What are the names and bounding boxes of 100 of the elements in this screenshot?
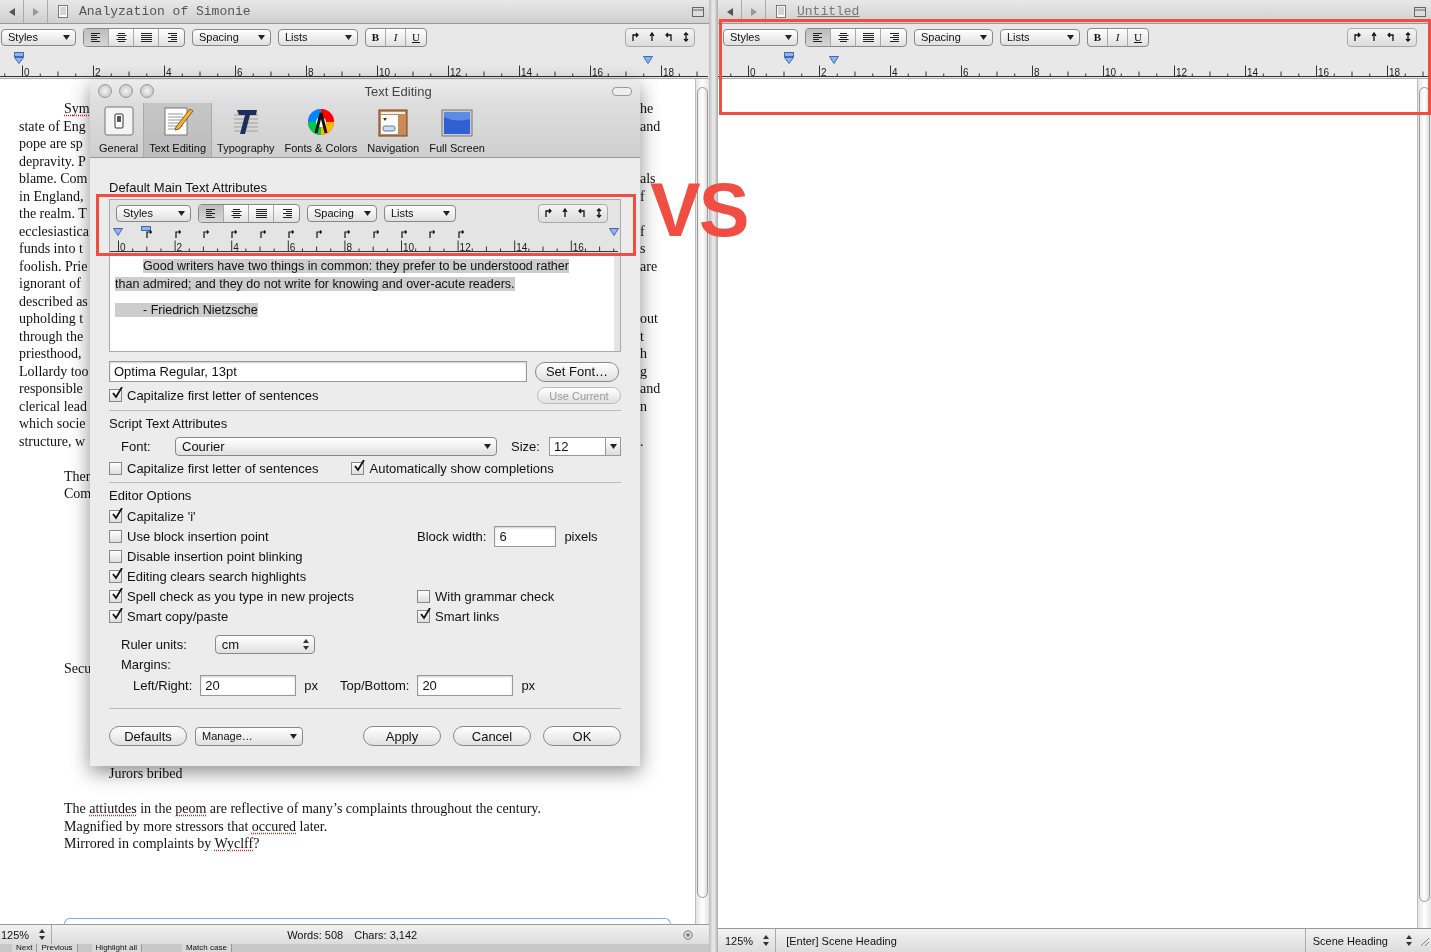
- align-left-button[interactable]: [806, 28, 831, 46]
- preferences-tab[interactable]: General: [94, 103, 144, 157]
- spacing-popup[interactable]: Spacing: [192, 28, 271, 46]
- up-arrow-icon: [647, 32, 656, 42]
- text-line: state of Eng: [19, 118, 86, 134]
- manage-popup[interactable]: Manage…: [195, 726, 303, 746]
- caret-icon: [443, 210, 450, 216]
- spacing-popup[interactable]: Spacing: [914, 28, 993, 46]
- format-button[interactable]: B: [1088, 28, 1108, 46]
- text-fragment: and: [640, 380, 661, 398]
- text-fragment: are: [640, 257, 658, 275]
- ok-button[interactable]: OK: [543, 726, 621, 746]
- lists-popup[interactable]: Lists: [1000, 28, 1080, 46]
- checkbox[interactable]: Editing clears search highlights: [109, 568, 307, 584]
- dialog-button[interactable]: Cancel: [453, 726, 531, 746]
- checkbox[interactable]: Disable insertion point blinking: [109, 548, 303, 564]
- text-line: through the: [19, 328, 84, 344]
- spacing-popup[interactable]: Spacing: [307, 204, 377, 222]
- up-down-arrow-icon: [681, 32, 690, 42]
- find-bar-button[interactable]: Highlight all: [91, 944, 142, 952]
- window-toggle-icon[interactable]: [692, 6, 704, 17]
- set-font-button[interactable]: Set Font…: [535, 361, 619, 382]
- lists-popup[interactable]: Lists: [278, 28, 358, 46]
- checkbox[interactable]: With grammar check: [417, 588, 555, 604]
- switch-icon: [102, 105, 135, 137]
- checkbox[interactable]: Smart copy/paste: [109, 608, 229, 624]
- checkbox[interactable]: Capitalize 'i': [109, 508, 196, 524]
- number-field[interactable]: 6: [494, 525, 557, 547]
- align-center-icon: [837, 32, 849, 42]
- checkbox[interactable]: Smart links: [417, 608, 500, 624]
- find-bar-button[interactable]: Match case: [181, 944, 232, 952]
- section-heading: Script Text Attributes: [109, 416, 229, 431]
- checkbox[interactable]: Capitalize first letter of sentences: [109, 388, 319, 403]
- find-bar-button[interactable]: Previous: [37, 944, 78, 952]
- tab-stop-icon: [429, 230, 436, 238]
- text-line: foolish. Prie: [19, 258, 88, 274]
- text-line: ecclesiastica: [19, 223, 89, 239]
- field-label: Block width:: [417, 528, 487, 544]
- resize-grip-icon[interactable]: [1419, 935, 1429, 946]
- tab-stop-icon: [202, 230, 209, 238]
- preferences-tab[interactable]: Text Editing: [143, 103, 212, 157]
- dialog-button[interactable]: Apply: [363, 726, 441, 746]
- window-title: Untitled: [797, 4, 860, 19]
- text-line: upholding t: [19, 311, 84, 326]
- text-line: described as: [19, 293, 88, 309]
- tab-stop-icon: [259, 230, 266, 238]
- window-toggle-icon[interactable]: [1414, 6, 1426, 17]
- caret-icon: [980, 34, 987, 40]
- checkbox[interactable]: Automatically show completions: [351, 461, 554, 476]
- preferences-tab[interactable]: Full Screen: [424, 103, 490, 157]
- font-popup[interactable]: Courier: [175, 437, 497, 456]
- target-icon[interactable]: [683, 929, 693, 940]
- element-popup[interactable]: Scene Heading: [1304, 929, 1416, 952]
- checkmark-icon: [111, 387, 123, 399]
- stepper-icon[interactable]: [763, 935, 770, 946]
- dialog-button[interactable]: Defaults: [109, 726, 187, 746]
- preferences-tab[interactable]: Navigation: [362, 103, 425, 157]
- ruler-units-popup[interactable]: cm: [214, 635, 315, 654]
- stepper-icon[interactable]: [1406, 935, 1412, 946]
- indent-marker-icon: [784, 52, 794, 64]
- number-field[interactable]: 20: [200, 675, 297, 696]
- align-right-icon: [166, 32, 177, 42]
- ruler-number: 2: [95, 67, 101, 78]
- left-turn-arrow-icon: [664, 32, 673, 42]
- caret-icon: [258, 34, 265, 40]
- format-button[interactable]: I: [386, 28, 406, 46]
- caret-icon: [178, 210, 185, 216]
- text-line: Sym: [64, 101, 90, 116]
- align-left-button[interactable]: [84, 28, 109, 46]
- checkbox[interactable]: Spell check as you type in new projects: [109, 588, 354, 604]
- styles-popup[interactable]: Styles: [116, 204, 191, 222]
- indent-marker-icon: [113, 228, 123, 236]
- first-line-marker-icon: [141, 226, 151, 231]
- preferences-tab[interactable]: Typography: [212, 103, 280, 157]
- format-button[interactable]: I: [1108, 28, 1128, 46]
- size-combo-box[interactable]: 12: [549, 437, 621, 456]
- checkmark-icon: [111, 607, 123, 620]
- ruler-number: 16: [592, 67, 604, 78]
- checkbox[interactable]: Use block insertion point: [109, 528, 269, 544]
- stepper-icon[interactable]: [39, 929, 46, 940]
- number-field[interactable]: 20: [417, 675, 514, 696]
- stepper-icon[interactable]: [302, 639, 309, 650]
- font-field[interactable]: Optima Regular, 13pt: [109, 361, 527, 382]
- section-heading: Editor Options: [109, 488, 193, 503]
- preferences-tab[interactable]: Fonts & Colors: [279, 103, 363, 157]
- left-turn-arrow-icon: [1386, 32, 1395, 42]
- checkbox[interactable]: Capitalize first letter of sentences: [109, 461, 319, 476]
- styles-popup[interactable]: Styles: [1, 28, 76, 46]
- align-left-button[interactable]: [199, 204, 224, 222]
- zoom-control[interactable]: 125%: [718, 929, 777, 952]
- align-left-icon: [205, 208, 217, 218]
- sample-text-area[interactable]: Good writers have two things in common: they prefer to be understood rather than admired; and they do not write for knowing and over-acute readers. - Friedrich Nietzsche: [110, 254, 614, 351]
- lists-popup[interactable]: Lists: [384, 204, 456, 222]
- scrollbar[interactable]: [1417, 79, 1431, 928]
- find-bar-button[interactable]: Next: [12, 944, 38, 952]
- indent-marker-icon: [14, 52, 24, 64]
- format-button[interactable]: U: [1128, 28, 1148, 46]
- format-button[interactable]: B: [366, 28, 386, 46]
- styles-popup[interactable]: Styles: [723, 28, 798, 46]
- format-button[interactable]: U: [406, 28, 426, 46]
